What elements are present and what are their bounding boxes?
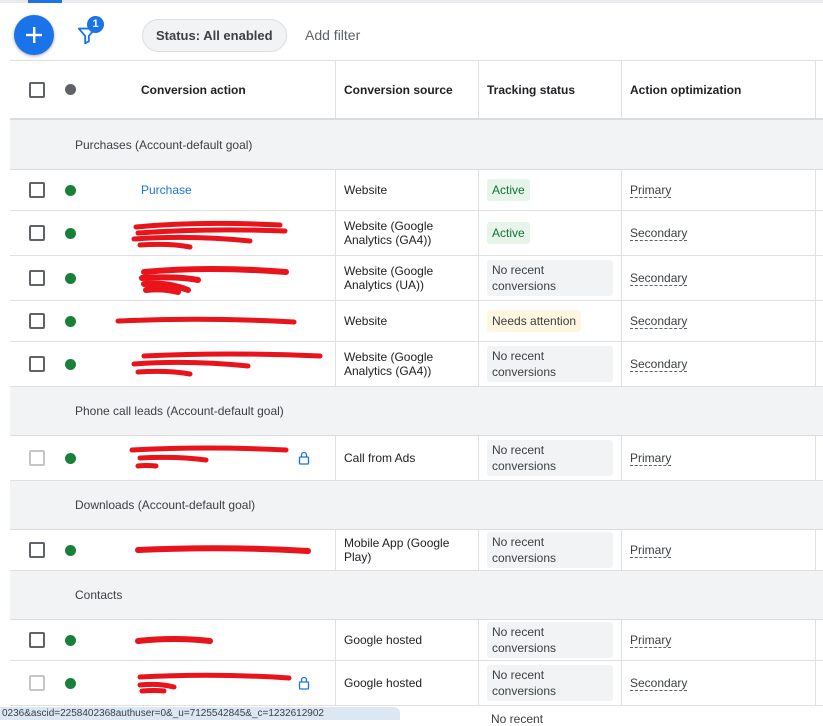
row-checkbox[interactable] <box>29 675 45 691</box>
browser-status-url: 0236&ascid=2258402368authuser=0&_u=71255… <box>0 707 400 720</box>
tracking-status-badge: Needs attention <box>487 310 582 332</box>
group-label: Phone call leads (Account-default goal) <box>75 404 284 418</box>
action-optimization-value[interactable]: Secondary <box>630 676 688 691</box>
conversion-source: Website (Google Analytics (UA)) <box>344 264 434 292</box>
toolbar: 1 Status: All enabled Add filter <box>0 0 823 60</box>
table-row: Website Needs attention Secondary <box>10 301 823 342</box>
conversion-source: Mobile App (Google Play) <box>344 536 450 564</box>
lock-icon <box>298 676 310 690</box>
redaction-mark <box>131 220 288 250</box>
tracking-status-badge: No recent conversions <box>487 260 613 296</box>
row-checkbox[interactable] <box>29 632 45 648</box>
conversion-source: Website <box>344 183 388 197</box>
select-all-checkbox[interactable] <box>29 81 45 98</box>
action-optimization-value[interactable]: Secondary <box>630 357 688 372</box>
conversion-source: Website (Google Analytics (GA4)) <box>344 219 434 247</box>
plus-icon <box>26 27 42 43</box>
table-row: Google hosted No recent conversions Seco… <box>10 661 823 706</box>
redaction-mark <box>131 351 323 377</box>
table-row: Website (Google Analytics (GA4)) No rece… <box>10 342 823 387</box>
enabled-status-dot <box>65 227 76 239</box>
table-row: Website (Google Analytics (GA4)) Active … <box>10 211 823 256</box>
enabled-status-dot <box>65 544 76 556</box>
redaction-mark <box>129 445 289 469</box>
status-column-icon <box>65 84 76 95</box>
group-row: Purchases (Account-default goal) <box>10 120 823 170</box>
action-optimization-value[interactable]: Secondary <box>630 314 688 329</box>
tracking-status-badge: Active <box>487 179 530 201</box>
group-row: Contacts <box>10 571 823 620</box>
create-button[interactable] <box>14 15 54 55</box>
conversion-source: Website (Google Analytics (GA4)) <box>344 350 434 378</box>
action-optimization-value[interactable]: Primary <box>630 543 672 558</box>
action-optimization-value[interactable]: Primary <box>630 633 672 648</box>
conversions-table: Conversion action Conversion source Trac… <box>10 60 823 706</box>
tracking-status-badge: No recent conversions <box>487 440 613 476</box>
tracking-status-badge: No recent conversions <box>487 532 613 568</box>
row-checkbox[interactable] <box>29 356 45 372</box>
group-label: Purchases (Account-default goal) <box>75 137 253 152</box>
enabled-status-dot <box>65 358 76 370</box>
action-optimization-value[interactable]: Primary <box>630 451 672 466</box>
group-row: Phone call leads (Account-default goal) <box>10 387 823 436</box>
table-header-row: Conversion action Conversion source Trac… <box>10 60 823 120</box>
table-row: Google hosted No recent conversions Prim… <box>10 620 823 661</box>
redaction-mark <box>135 636 213 644</box>
conversion-action-link[interactable]: Purchase <box>141 183 192 197</box>
filter-count-badge: 1 <box>87 16 104 33</box>
redaction-mark <box>135 545 311 554</box>
partial-row-status: No recent <box>491 712 544 726</box>
redaction-mark <box>139 266 289 295</box>
redaction-mark <box>115 316 297 325</box>
group-row: Downloads (Account-default goal) <box>10 481 823 530</box>
group-label: Downloads (Account-default goal) <box>75 498 256 512</box>
row-checkbox[interactable] <box>29 225 45 241</box>
group-label: Contacts <box>75 588 123 602</box>
active-tab-indicator <box>28 0 62 3</box>
table-row: Mobile App (Google Play) No recent conve… <box>10 530 823 571</box>
conversion-source: Call from Ads <box>344 451 416 465</box>
action-optimization-value[interactable]: Secondary <box>630 226 688 241</box>
tracking-status-badge: No recent conversions <box>487 665 613 701</box>
enabled-status-dot <box>65 452 76 464</box>
tracking-status-badge: Active <box>487 222 530 244</box>
conversion-source: Google hosted <box>344 676 423 690</box>
lock-icon <box>298 451 310 465</box>
column-header-tracking-status[interactable]: Tracking status <box>487 61 623 118</box>
row-checkbox[interactable] <box>29 182 45 198</box>
conversion-source: Website <box>344 314 388 328</box>
tracking-status-badge: No recent conversions <box>487 346 613 382</box>
action-optimization-value[interactable]: Primary <box>630 183 672 198</box>
table-row: Website (Google Analytics (UA)) No recen… <box>10 256 823 301</box>
enabled-status-dot <box>65 272 76 284</box>
row-checkbox[interactable] <box>29 313 45 329</box>
row-checkbox[interactable] <box>29 542 45 558</box>
enabled-status-dot <box>65 184 76 196</box>
row-checkbox[interactable] <box>29 450 45 466</box>
enabled-status-dot <box>65 315 76 327</box>
column-header-conversion-action[interactable]: Conversion action <box>141 61 331 118</box>
table-row: Call from Ads No recent conversions Prim… <box>10 436 823 481</box>
table-row: Purchase Website Active Primary <box>10 170 823 211</box>
status-filter-chip[interactable]: Status: All enabled <box>142 19 287 52</box>
column-header-conversion-source[interactable]: Conversion source <box>344 61 474 118</box>
column-header-action-optimization[interactable]: Action optimization <box>630 61 780 118</box>
tracking-status-badge: No recent conversions <box>487 622 613 658</box>
conversion-source: Google hosted <box>344 633 423 647</box>
add-filter-button[interactable]: Add filter <box>305 27 360 43</box>
row-checkbox[interactable] <box>29 270 45 286</box>
enabled-status-dot <box>65 677 76 689</box>
redaction-mark <box>137 672 292 694</box>
enabled-status-dot <box>65 634 76 646</box>
action-optimization-value[interactable]: Secondary <box>630 271 688 286</box>
